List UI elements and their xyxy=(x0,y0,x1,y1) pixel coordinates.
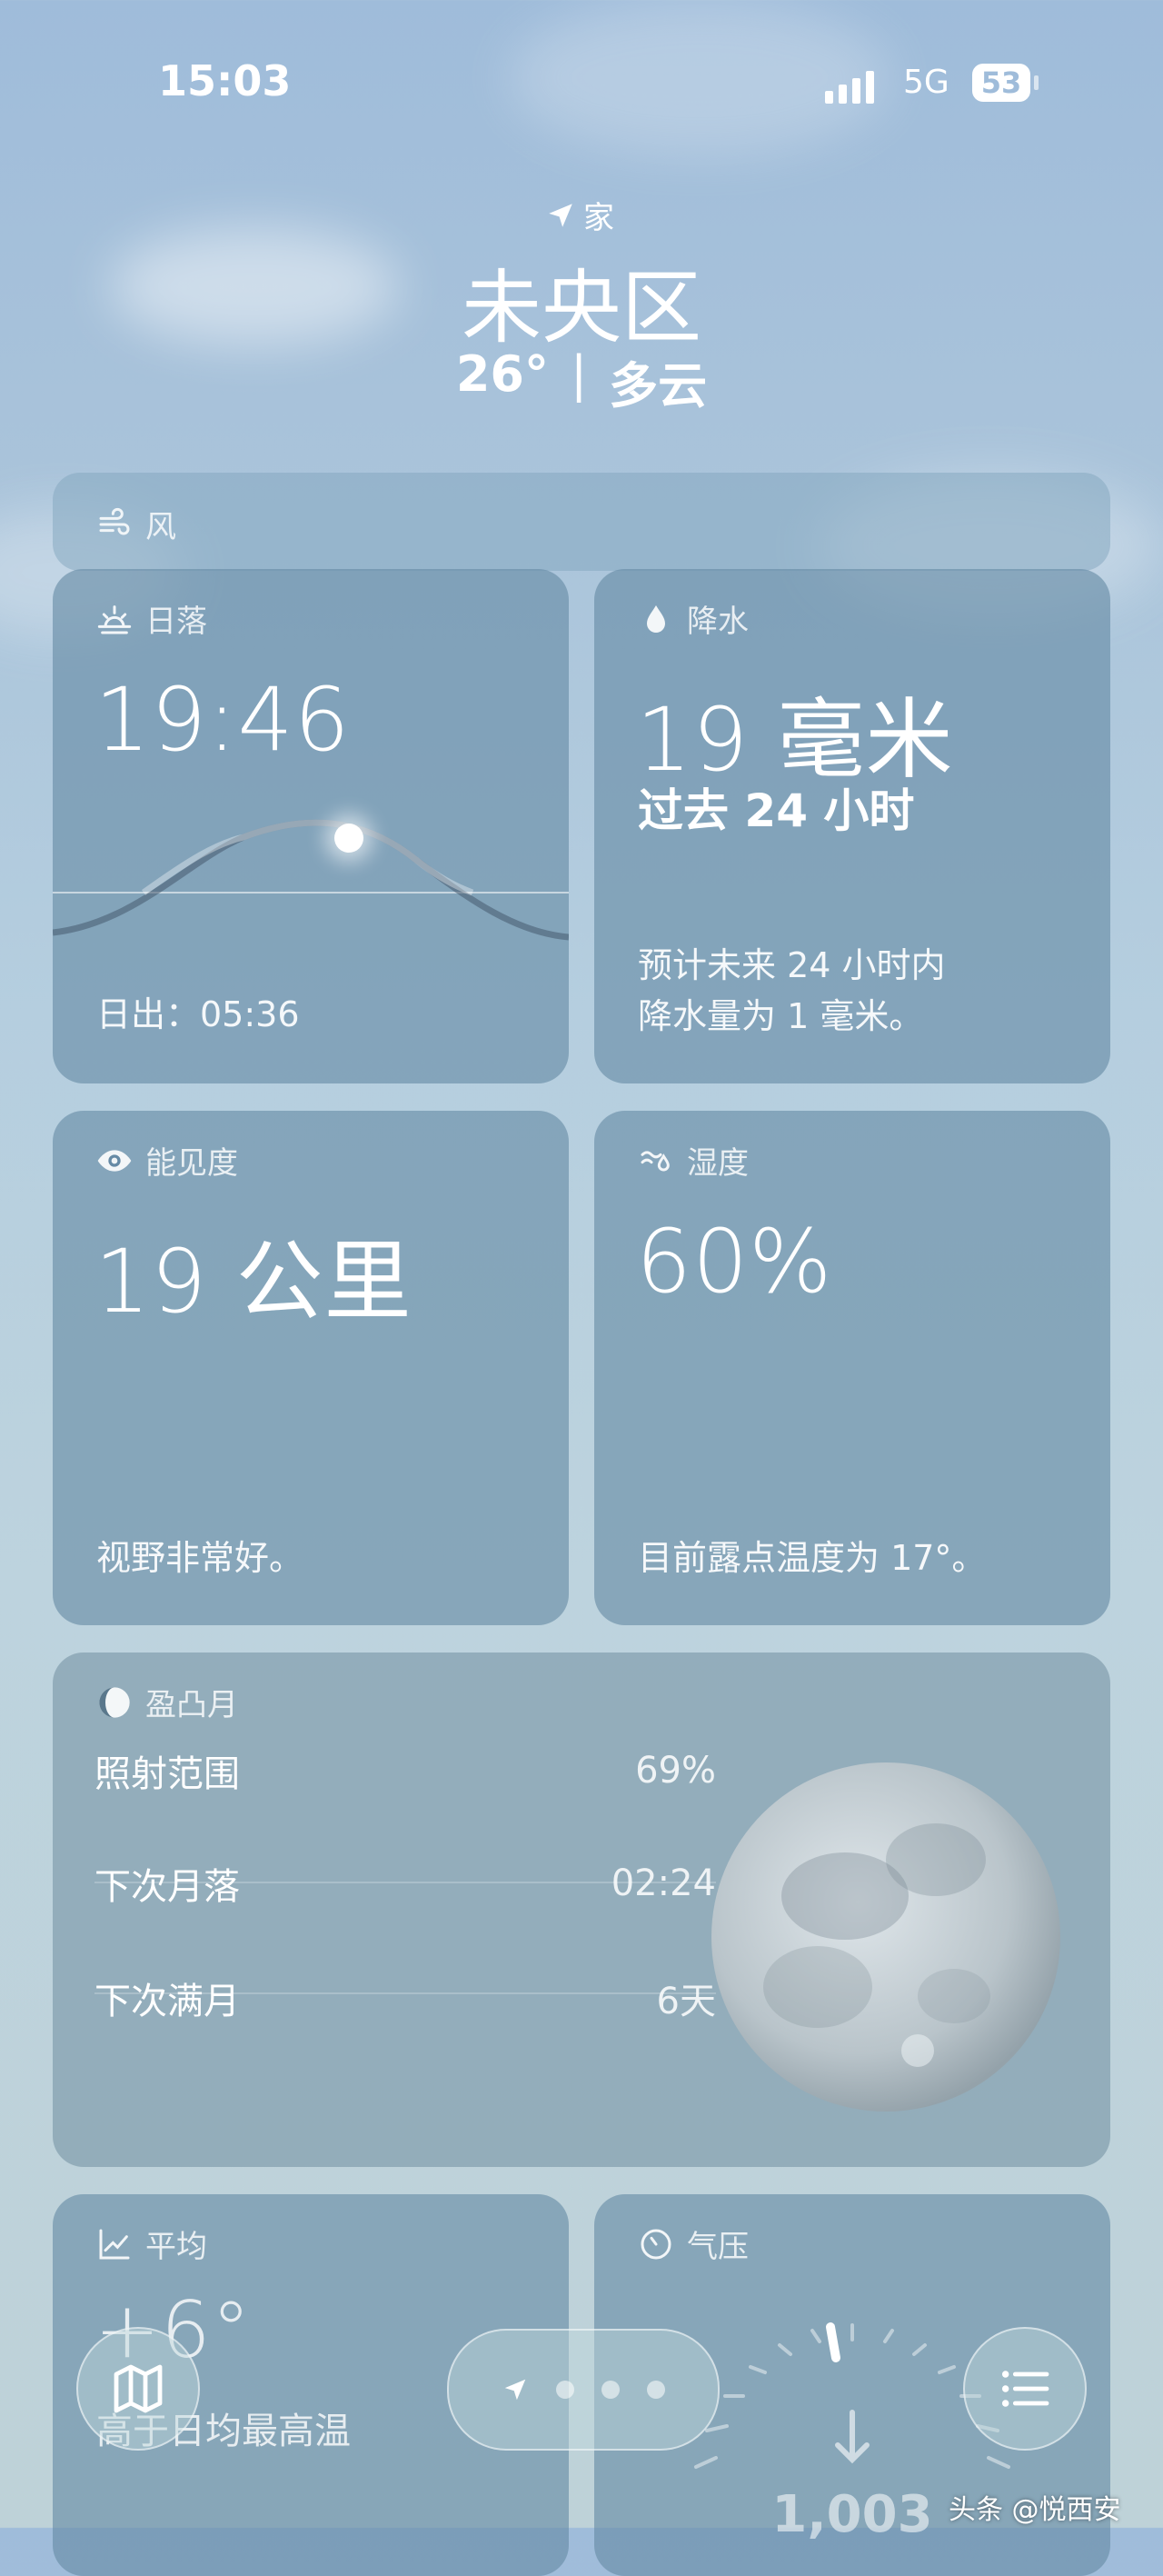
location-tag: 家 xyxy=(545,193,614,237)
sunset-card[interactable]: 日落 19:46 日出：05:36 xyxy=(53,569,569,1083)
moon-row: 下次满月 6天 xyxy=(94,1943,716,2052)
moon-row-label: 下次满月 xyxy=(94,1981,240,2022)
moon-phase-icon xyxy=(99,1686,130,1718)
eye-icon xyxy=(97,1149,132,1172)
visibility-value: 19 公里 xyxy=(94,1231,413,1333)
wind-header: 风 xyxy=(96,502,176,546)
current-condition: 多云 xyxy=(609,357,708,414)
average-header: 平均 xyxy=(96,2222,207,2266)
current-summary: 26° | 多云 xyxy=(0,345,1163,417)
sunset-header: 日落 xyxy=(96,596,207,641)
signal-icon xyxy=(825,67,874,104)
list-button[interactable] xyxy=(963,2327,1087,2451)
trend-icon xyxy=(99,2229,130,2259)
precipitation-label: 降水 xyxy=(687,604,749,640)
moon-row-value: 6天 xyxy=(656,1981,716,2022)
precipitation-forecast-2: 降水量为 1 毫米。 xyxy=(638,996,924,1036)
humidity-icon xyxy=(641,1150,670,1171)
humidity-label: 湿度 xyxy=(687,1145,749,1182)
wind-icon xyxy=(99,507,130,534)
sun-path-graph xyxy=(53,819,569,941)
moon-image xyxy=(711,1762,1060,2112)
precipitation-period: 过去 24 小时 xyxy=(638,784,915,837)
location-arrow-icon xyxy=(504,2379,526,2401)
visibility-desc: 视野非常好。 xyxy=(96,1538,304,1578)
moon-row: 下次月落 02:24 xyxy=(94,1829,716,1938)
page-dot xyxy=(647,2381,665,2399)
wind-label: 风 xyxy=(145,509,176,545)
list-icon xyxy=(1001,2371,1049,2407)
map-icon xyxy=(114,2364,163,2413)
location-tag-label: 家 xyxy=(583,200,614,236)
moon-row-label: 下次月落 xyxy=(94,1866,240,1908)
humidity-header: 湿度 xyxy=(638,1138,749,1183)
sun-position-marker xyxy=(334,824,363,853)
moon-card[interactable]: 盈凸月 照射范围 69% 下次月落 02:24 下次满月 6天 xyxy=(53,1652,1110,2167)
precipitation-header: 降水 xyxy=(638,596,749,641)
moon-row-label: 照射范围 xyxy=(94,1753,240,1795)
precipitation-card[interactable]: 降水 19 毫米 过去 24 小时 预计未来 24 小时内 降水量为 1 毫米。 xyxy=(594,569,1110,1083)
wind-card[interactable]: 风 xyxy=(53,473,1110,571)
sunset-label: 日落 xyxy=(145,604,207,640)
average-label: 平均 xyxy=(145,2229,207,2265)
visibility-label: 能见度 xyxy=(145,1145,238,1182)
moon-row: 照射范围 69% xyxy=(94,1716,716,1825)
visibility-card[interactable]: 能见度 19 公里 视野非常好。 xyxy=(53,1111,569,1625)
sunset-time: 19:46 xyxy=(94,669,351,771)
humidity-card[interactable]: 湿度 60% 目前露点温度为 17°。 xyxy=(594,1111,1110,1625)
map-button[interactable] xyxy=(76,2327,200,2451)
page-dot xyxy=(556,2381,574,2399)
moon-row-value: 02:24 xyxy=(611,1862,716,1904)
raindrop-icon xyxy=(647,604,665,633)
status-time: 15:03 xyxy=(158,56,292,105)
current-temp: 26° xyxy=(455,345,549,403)
precipitation-forecast-1: 预计未来 24 小时内 xyxy=(638,945,946,985)
location-arrow-icon xyxy=(549,203,572,227)
network-type: 5G xyxy=(903,64,949,101)
summary-divider: | xyxy=(570,345,588,403)
battery-icon: 53 xyxy=(972,64,1030,102)
page-indicator[interactable] xyxy=(447,2329,720,2451)
gauge-icon xyxy=(641,2229,671,2259)
watermark: 头条 @悦西安 xyxy=(949,2494,1121,2526)
humidity-value: 60% xyxy=(636,1211,833,1313)
pressure-label: 气压 xyxy=(687,2229,749,2265)
sunrise-time: 日出：05:36 xyxy=(96,994,300,1034)
pressure-header: 气压 xyxy=(638,2222,749,2266)
battery-cap xyxy=(1034,75,1039,90)
moon-row-value: 69% xyxy=(635,1750,716,1792)
city-name: 未央区 xyxy=(461,261,701,354)
sunset-icon xyxy=(97,604,132,634)
page-dot xyxy=(601,2381,620,2399)
humidity-desc: 目前露点温度为 17°。 xyxy=(638,1538,987,1578)
visibility-header: 能见度 xyxy=(96,1138,238,1183)
